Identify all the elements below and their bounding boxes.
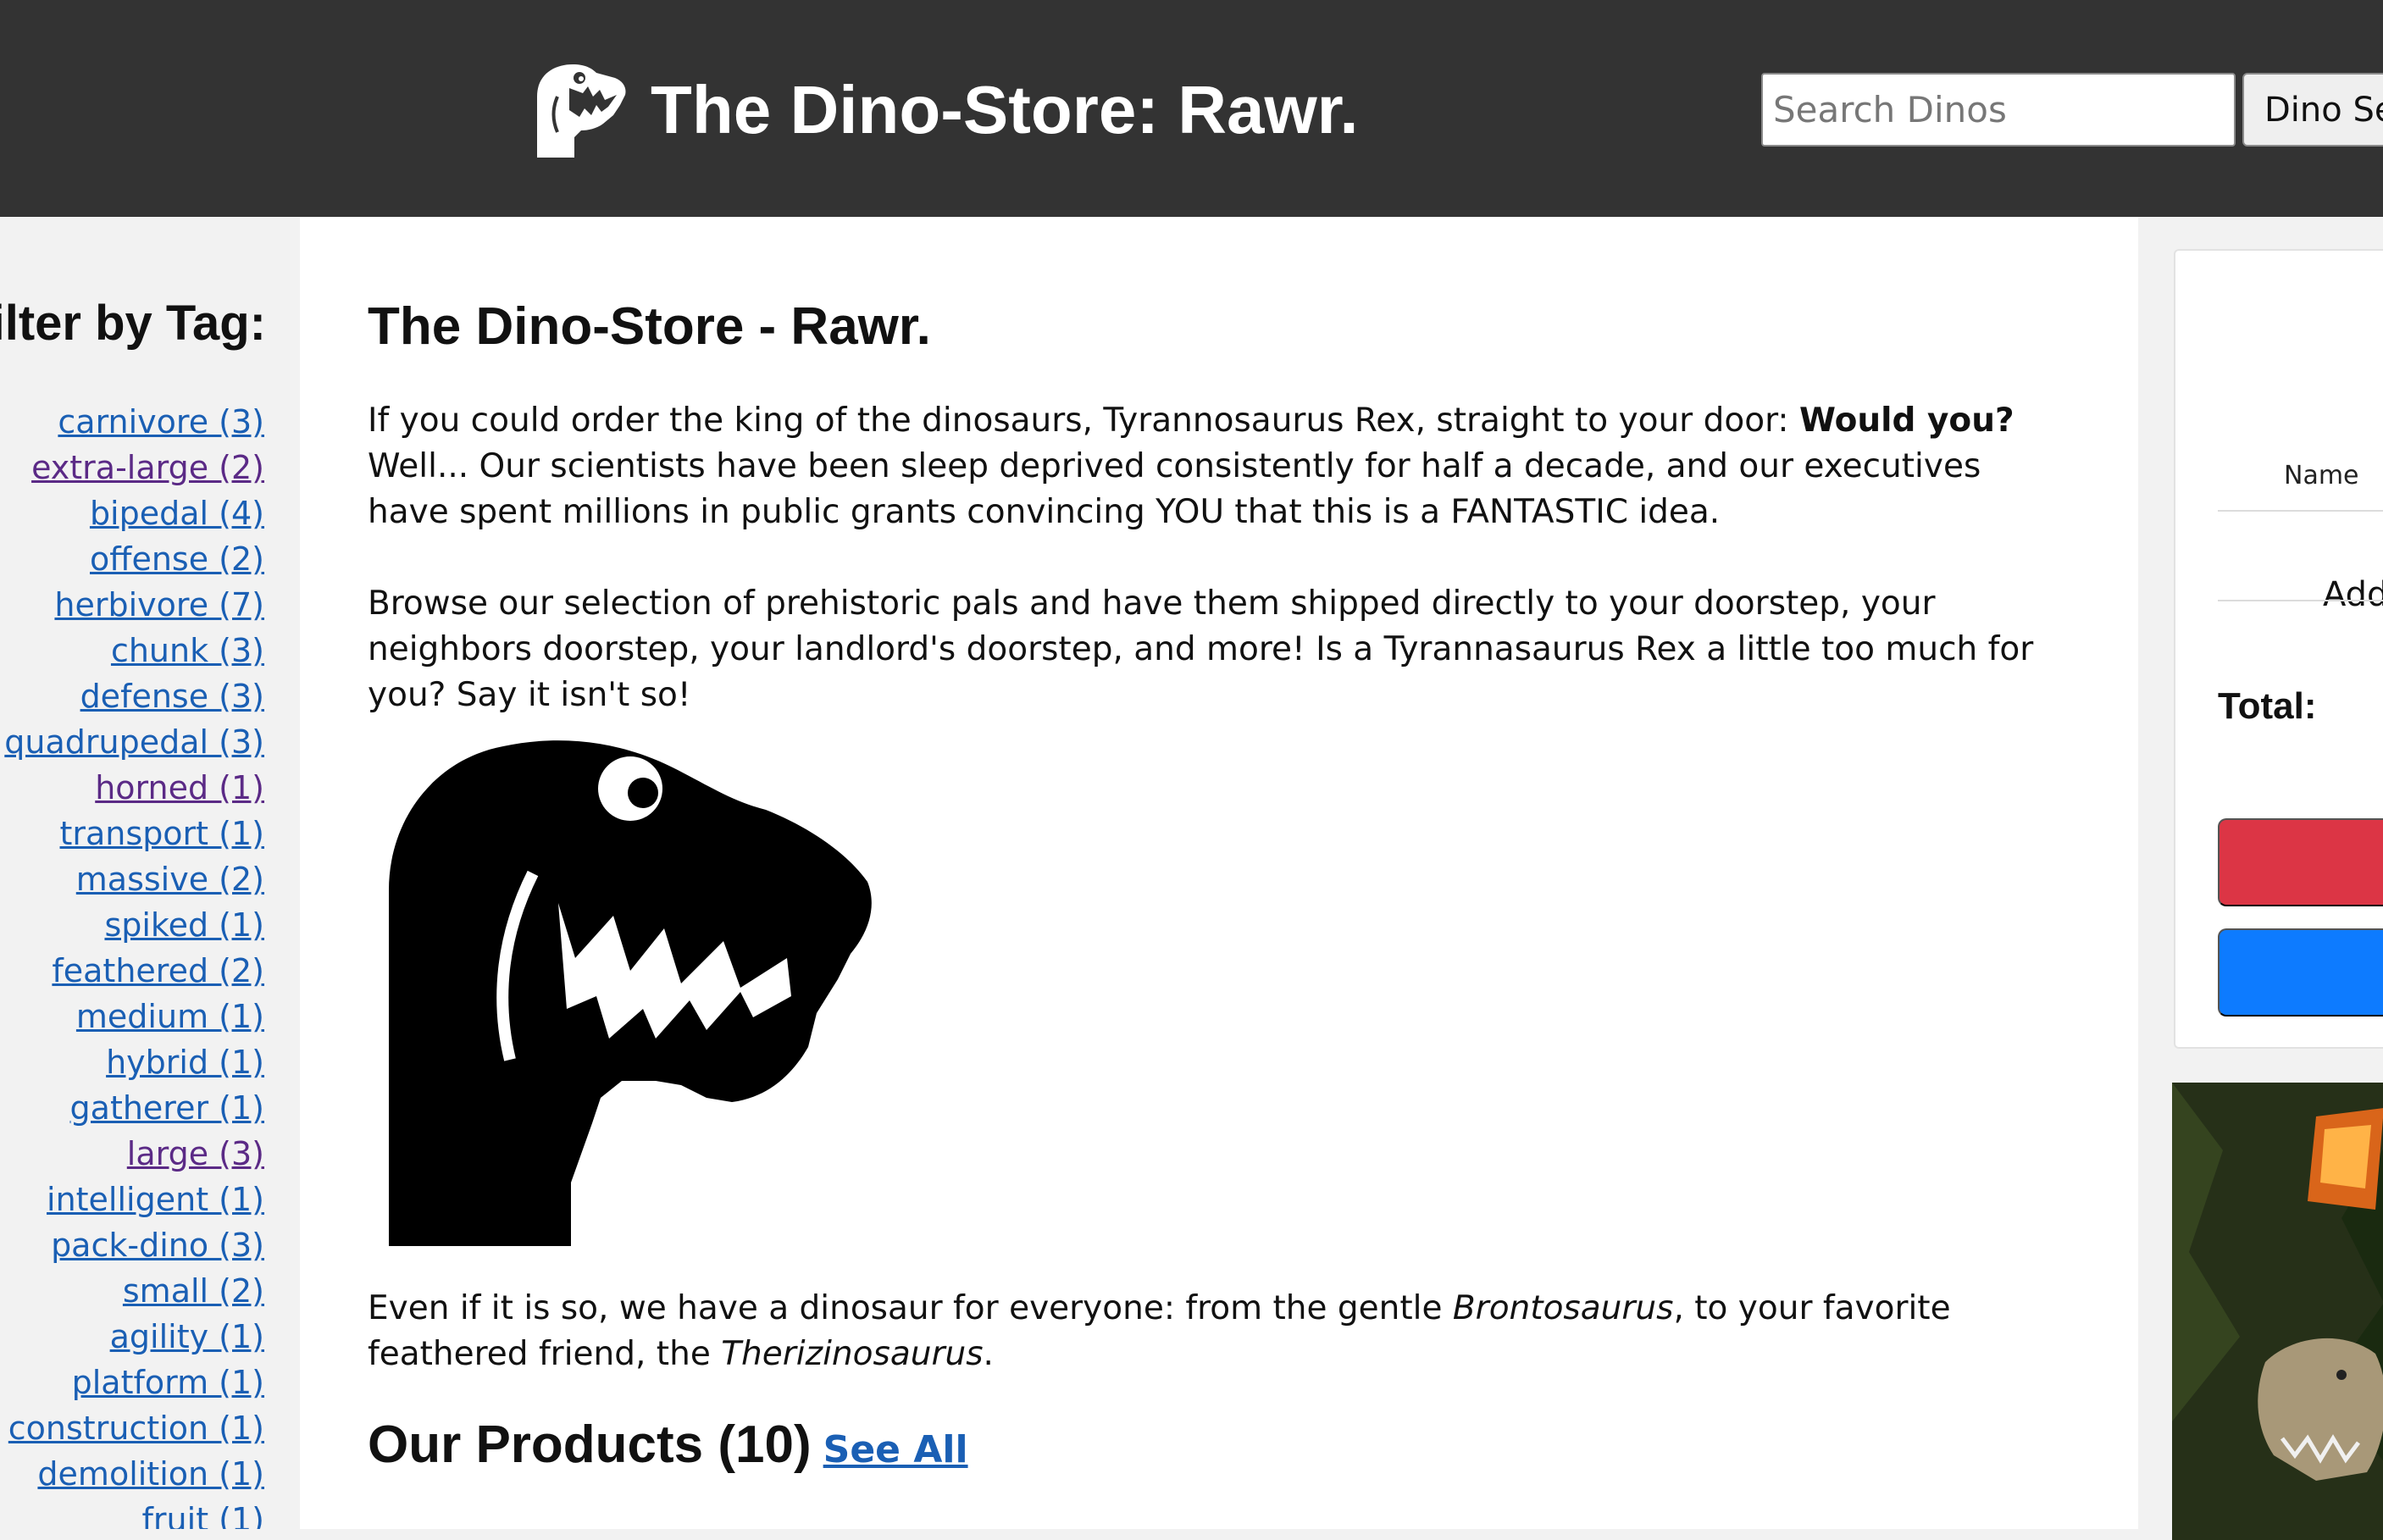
tag-link[interactable]: chunk (3): [111, 632, 264, 669]
products-heading: Our Products (10) See All: [368, 1415, 968, 1475]
tag-link[interactable]: herbivore (7): [54, 586, 264, 623]
tag-link[interactable]: medium (1): [76, 998, 264, 1035]
tag-link[interactable]: gatherer (1): [70, 1089, 264, 1127]
tag-link[interactable]: construction (1): [8, 1410, 264, 1447]
tag-list-item: gatherer (1): [4, 1085, 264, 1131]
cart-divider: [2218, 600, 2383, 601]
main-content: The Dino-Store - Rawr. If you could orde…: [300, 217, 2138, 1529]
tag-list-item: bipedal (4): [4, 490, 264, 536]
tag-link[interactable]: hybrid (1): [106, 1044, 264, 1081]
site-header: The Dino-Store: Rawr. Dino Search: [0, 0, 2383, 217]
tag-link[interactable]: spiked (1): [104, 906, 264, 944]
cart-divider: [2218, 510, 2383, 512]
search-button[interactable]: Dino Search: [2242, 73, 2383, 147]
tag-list-item: extra-large (2): [4, 445, 264, 490]
tag-list-item: massive (2): [4, 856, 264, 902]
site-title[interactable]: The Dino-Store: Rawr.: [651, 68, 1359, 152]
tag-list-item: large (3): [4, 1131, 264, 1177]
sidebar-title: Filter by Tag:: [0, 296, 266, 351]
tag-list-item: fruit (1): [4, 1497, 264, 1529]
tag-list-item: defense (3): [4, 673, 264, 719]
tag-list-item: transport (1): [4, 811, 265, 856]
tag-list-item: pack-dino (3): [4, 1222, 264, 1268]
tag-link[interactable]: demolition (1): [37, 1455, 264, 1493]
tag-link[interactable]: platform (1): [72, 1364, 264, 1401]
browse-paragraph: Browse our selection of prehistoric pals…: [368, 584, 2034, 714]
tag-list-item: small (2): [4, 1268, 264, 1314]
cart-total-label: Total:: [2218, 685, 2317, 727]
tag-list-item: chunk (3): [4, 628, 264, 673]
intro-paragraph: If you could order the king of the dinos…: [368, 398, 2062, 535]
tag-list-item: feathered (2): [4, 948, 264, 994]
tag-link[interactable]: carnivore (3): [58, 403, 264, 440]
tag-list-item: hybrid (1): [4, 1039, 264, 1085]
products-intro-text-3: .: [983, 1335, 994, 1373]
tag-list-item: quadrupedal (3): [4, 719, 264, 765]
intro-text: If you could order the king of the dinos…: [368, 402, 1799, 440]
trex-head-image: [389, 740, 872, 1246]
see-all-link[interactable]: See All: [823, 1428, 968, 1471]
tag-list-item: construction (1): [4, 1405, 264, 1451]
tag-list-item: spiked (1): [4, 902, 264, 948]
promo-banner-image[interactable]: [2172, 1083, 2383, 1540]
products-intro-paragraph: Even if it is so, we have a dinosaur for…: [368, 1286, 2062, 1377]
tag-list-item: herbivore (7): [4, 582, 264, 628]
tag-link[interactable]: bipedal (4): [90, 495, 264, 532]
tag-list-item: intelligent (1): [4, 1177, 264, 1222]
cart-add-text[interactable]: Add: [2323, 575, 2383, 614]
products-heading-label: Our Products (10): [368, 1415, 812, 1474]
search-input[interactable]: [1761, 73, 2236, 147]
therizinosaurus-name: Therizinosaurus: [721, 1335, 984, 1373]
tag-list-item: offense (2): [4, 536, 264, 582]
tag-link[interactable]: defense (3): [80, 678, 264, 715]
tag-list: carnivore (3) extra-large (2) bipedal (4) o…: [4, 399, 264, 1529]
cart-danger-button[interactable]: [2218, 818, 2383, 906]
products-intro-text: Even if it is so, we have a dinosaur for…: [368, 1289, 1453, 1327]
tag-link[interactable]: extra-large (2): [31, 449, 264, 486]
tag-link[interactable]: quadrupedal (3): [4, 723, 264, 761]
tag-link[interactable]: feathered (2): [52, 952, 264, 989]
tag-link[interactable]: offense (2): [90, 540, 264, 578]
tag-link[interactable]: massive (2): [76, 861, 264, 898]
tag-list-item: agility (1): [4, 1314, 264, 1360]
page-title: The Dino-Store - Rawr.: [368, 297, 931, 356]
tag-link[interactable]: transport (1): [60, 815, 265, 852]
tag-link[interactable]: fruit (1): [142, 1501, 264, 1529]
tag-list-item: horned (1): [4, 765, 264, 811]
tag-list-item: demolition (1): [4, 1451, 264, 1497]
dino-logo-icon[interactable]: [532, 63, 627, 158]
brontosaurus-name: Brontosaurus: [1452, 1289, 1674, 1327]
tag-link[interactable]: intelligent (1): [47, 1181, 264, 1218]
cart-primary-button[interactable]: [2218, 928, 2383, 1017]
tag-link[interactable]: horned (1): [95, 769, 264, 806]
cart-panel: Name Add Total:: [2174, 249, 2383, 1049]
tag-sidebar: Filter by Tag: carnivore (3) extra-large …: [0, 217, 300, 1529]
tag-list-item: medium (1): [4, 994, 264, 1039]
tag-link[interactable]: agility (1): [110, 1318, 264, 1355]
tag-link[interactable]: large (3): [127, 1135, 264, 1172]
tag-list-item: carnivore (3): [4, 399, 264, 445]
tag-link[interactable]: small (2): [123, 1272, 264, 1310]
cart-name-header: Name: [2284, 461, 2359, 490]
tag-link[interactable]: pack-dino (3): [51, 1227, 264, 1264]
tag-list-item: platform (1): [4, 1360, 264, 1405]
intro-bold-question: Would you?: [1798, 402, 2014, 440]
intro-text-2: Well... Our scientists have been sleep d…: [368, 447, 1981, 531]
right-column: Name Add Total:: [2138, 217, 2383, 1540]
